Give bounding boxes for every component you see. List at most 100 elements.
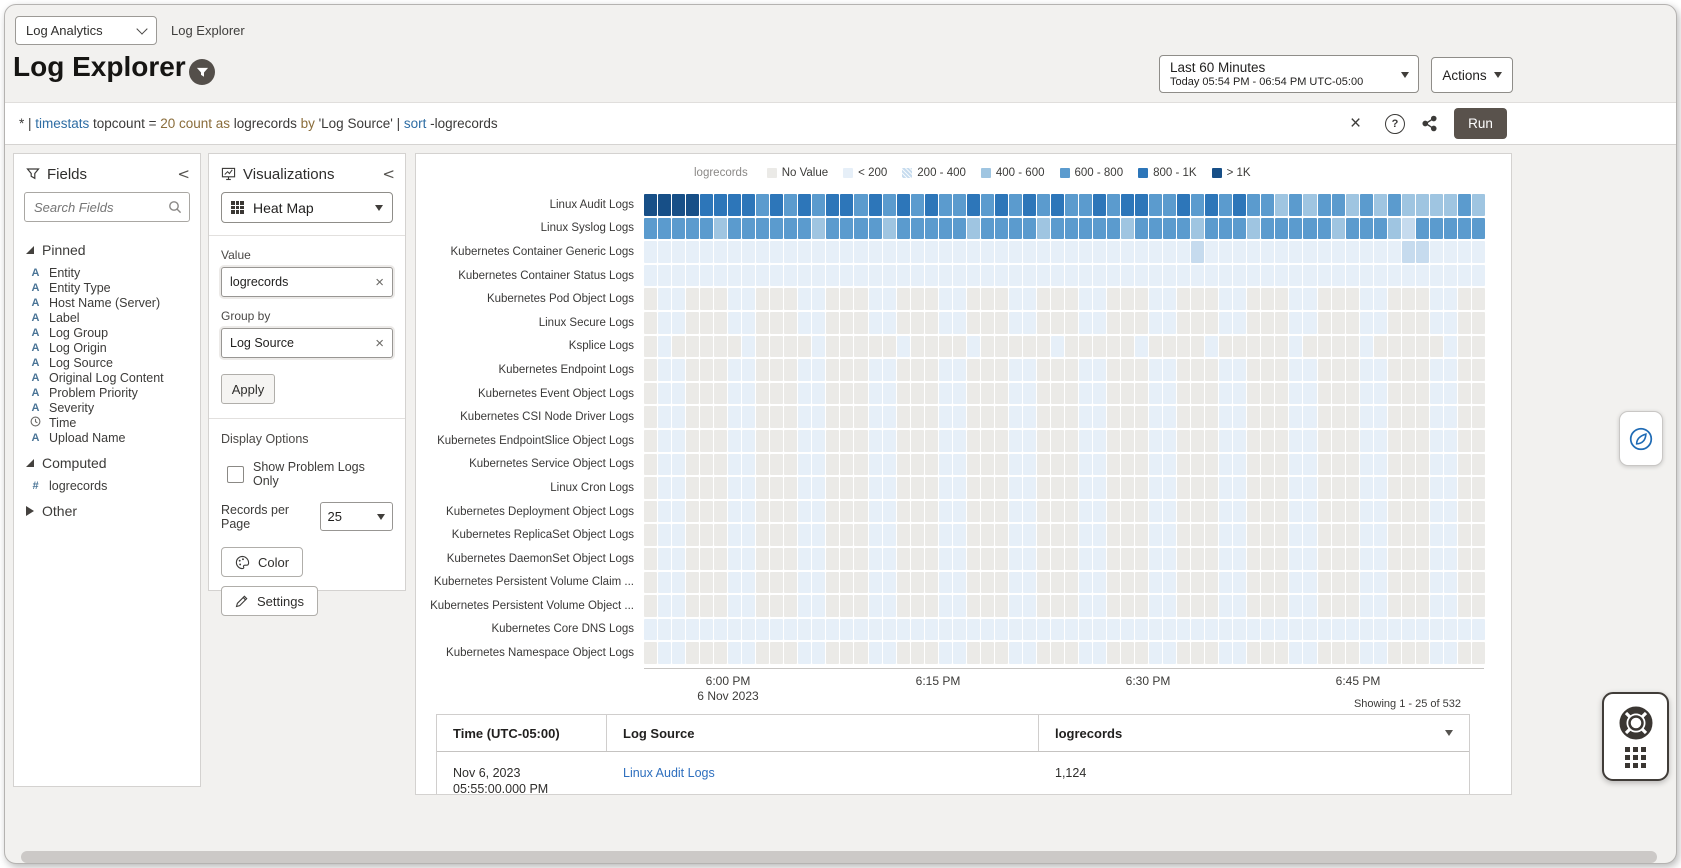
heatmap-cell[interactable] [1275,619,1288,641]
sort-icon[interactable] [1445,730,1453,736]
heatmap-cell[interactable] [1346,572,1359,594]
heatmap-cell[interactable] [953,383,966,405]
heatmap-cell[interactable] [672,454,685,476]
heatmap-cell[interactable] [826,430,839,452]
heatmap-cell[interactable] [995,642,1008,664]
heatmap-cell[interactable] [742,595,755,617]
heatmap-cell[interactable] [840,312,853,334]
heatmap-cell[interactable] [798,642,811,664]
heatmap-cell[interactable] [1065,359,1078,381]
results-header-time-utc-05-00-[interactable]: Time (UTC-05:00) [437,715,607,751]
heatmap-cell[interactable] [1065,501,1078,523]
results-row[interactable]: Nov 6, 202305:55:00.000 PMLinux Audit Lo… [437,752,1469,795]
heatmap-cell[interactable] [953,241,966,263]
heatmap-cell[interactable] [883,218,896,240]
heatmap-cell[interactable] [897,359,910,381]
heatmap-cell[interactable] [1360,619,1373,641]
heatmap-cell[interactable] [1191,572,1204,594]
heatmap-cell[interactable] [1303,454,1316,476]
heatmap-cell[interactable] [714,194,727,216]
heatmap-cell[interactable] [644,501,657,523]
heatmap-cell[interactable] [1079,288,1092,310]
heatmap-cell[interactable] [925,595,938,617]
heatmap-cell[interactable] [1318,406,1331,428]
heatmap-cell[interactable] [742,642,755,664]
heatmap-cell[interactable] [1275,383,1288,405]
heatmap-cell[interactable] [953,454,966,476]
heatmap-cell[interactable] [1177,218,1190,240]
time-range-select[interactable]: Last 60 Minutes Today 05:54 PM - 06:54 P… [1159,55,1419,93]
heatmap-cell[interactable] [1388,548,1401,570]
heatmap-cell[interactable] [1191,288,1204,310]
heatmap-cell[interactable] [854,501,867,523]
heatmap-cell[interactable] [1163,218,1176,240]
heatmap-cell[interactable] [1332,595,1345,617]
heatmap-cell[interactable] [1402,194,1415,216]
heatmap-cell[interactable] [897,383,910,405]
heatmap-cell[interactable] [1121,336,1134,358]
heatmap-cell[interactable] [1177,501,1190,523]
heatmap-cell[interactable] [826,218,839,240]
heatmap-cell[interactable] [700,241,713,263]
heatmap-cell[interactable] [1121,572,1134,594]
heatmap-cell[interactable] [742,383,755,405]
heatmap-cell[interactable] [840,501,853,523]
heatmap-cell[interactable] [1065,454,1078,476]
heatmap-cell[interactable] [714,477,727,499]
heatmap-cell[interactable] [1233,619,1246,641]
collapse-panel-icon[interactable]: < [382,165,395,183]
heatmap-cell[interactable] [995,548,1008,570]
heatmap-cell[interactable] [869,595,882,617]
heatmap-cell[interactable] [925,383,938,405]
heatmap-cell[interactable] [1318,524,1331,546]
heatmap-cell[interactable] [1416,430,1429,452]
heatmap-cell[interactable] [714,406,727,428]
heatmap-cell[interactable] [911,430,924,452]
heatmap-cell[interactable] [826,336,839,358]
heatmap-cell[interactable] [1289,218,1302,240]
heatmap-cell[interactable] [644,241,657,263]
heatmap-cell[interactable] [967,241,980,263]
heatmap-cell[interactable] [1261,572,1274,594]
heatmap-cell[interactable] [1444,359,1457,381]
heatmap-cell[interactable] [1416,406,1429,428]
heatmap-cell[interactable] [1093,619,1106,641]
heatmap-cell[interactable] [1093,241,1106,263]
heatmap-cell[interactable] [1149,406,1162,428]
heatmap-cell[interactable] [1191,595,1204,617]
heatmap-cell[interactable] [1163,288,1176,310]
heatmap-cell[interactable] [1303,477,1316,499]
heatmap-cell[interactable] [700,619,713,641]
heatmap-cell[interactable] [1360,194,1373,216]
heatmap-cell[interactable] [1051,312,1064,334]
heatmap-cell[interactable] [1079,312,1092,334]
heatmap-cell[interactable] [1388,288,1401,310]
heatmap-cell[interactable] [756,642,769,664]
heatmap-cell[interactable] [953,524,966,546]
heatmap-cell[interactable] [1107,619,1120,641]
heatmap-cell[interactable] [1079,406,1092,428]
nav-app-select[interactable]: Log Analytics [15,16,157,45]
heatmap-cell[interactable] [981,383,994,405]
heatmap-cell[interactable] [658,194,671,216]
heatmap-cell[interactable] [1247,194,1260,216]
heatmap-cell[interactable] [1177,619,1190,641]
heatmap-cell[interactable] [1402,595,1415,617]
heatmap-cell[interactable] [897,288,910,310]
heatmap-cell[interactable] [1163,572,1176,594]
heatmap-cell[interactable] [1009,288,1022,310]
heatmap-cell[interactable] [1416,218,1429,240]
heatmap-cell[interactable] [672,265,685,287]
heatmap-cell[interactable] [1346,336,1359,358]
heatmap-cell[interactable] [1107,524,1120,546]
field-item-problem-priority[interactable]: AProblem Priority [26,385,192,400]
heatmap-cell[interactable] [981,218,994,240]
heatmap-cell[interactable] [1205,548,1218,570]
heatmap-cell[interactable] [1402,619,1415,641]
heatmap-cell[interactable] [826,548,839,570]
heatmap-cell[interactable] [1332,477,1345,499]
heatmap-cell[interactable] [1205,241,1218,263]
heatmap-cell[interactable] [756,572,769,594]
heatmap-cell[interactable] [756,241,769,263]
heatmap-cell[interactable] [1163,477,1176,499]
